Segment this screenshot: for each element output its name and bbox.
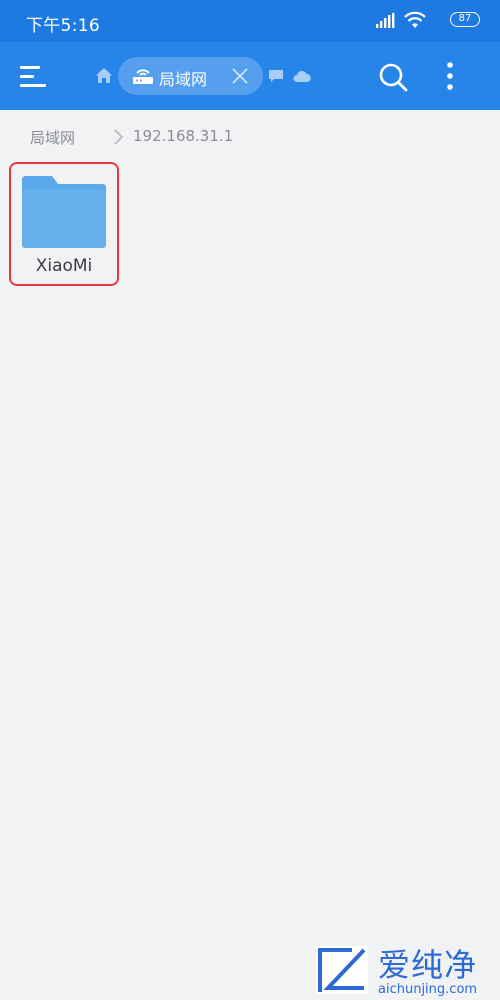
app-bar: 局域网 [0,42,500,110]
status-time: 下午5:16 [26,16,100,36]
close-icon[interactable] [231,67,249,85]
breadcrumb-item-lan[interactable]: 局域网 [30,127,75,148]
more-vertical-icon[interactable] [440,60,460,94]
watermark-brand: 爱纯净 [378,946,478,984]
cloud-icon[interactable] [293,69,311,83]
screen: 下午5:16 87 局域网 局域网 192.168.31.1 XiaoMi 爱纯… [0,0,500,1000]
folder-name: XiaoMi [35,256,93,276]
tab-lan-label: 局域网 [159,70,208,89]
menu-icon[interactable] [20,62,48,90]
tab-lan[interactable]: 局域网 [118,57,263,95]
folder-icon [22,176,106,248]
chevron-right-icon [114,129,124,145]
watermark: 爱纯净 aichunjing.com [308,940,500,1000]
router-icon [133,69,153,84]
search-icon[interactable] [378,62,408,92]
breadcrumb: 局域网 192.168.31.1 [0,110,500,160]
chat-icon[interactable] [268,69,286,83]
watermark-url: aichunjing.com [378,982,478,997]
status-icons: 87 [370,11,480,31]
folder-item[interactable]: XiaoMi [9,162,119,286]
watermark-logo [316,946,368,994]
battery-icon: 87 [450,12,480,27]
wifi-icon [404,11,426,28]
status-bar: 下午5:16 87 [0,0,500,42]
battery-level: 87 [458,13,472,24]
home-icon[interactable] [95,67,113,85]
signal-icon [376,13,395,28]
breadcrumb-item-ip[interactable]: 192.168.31.1 [133,127,233,145]
